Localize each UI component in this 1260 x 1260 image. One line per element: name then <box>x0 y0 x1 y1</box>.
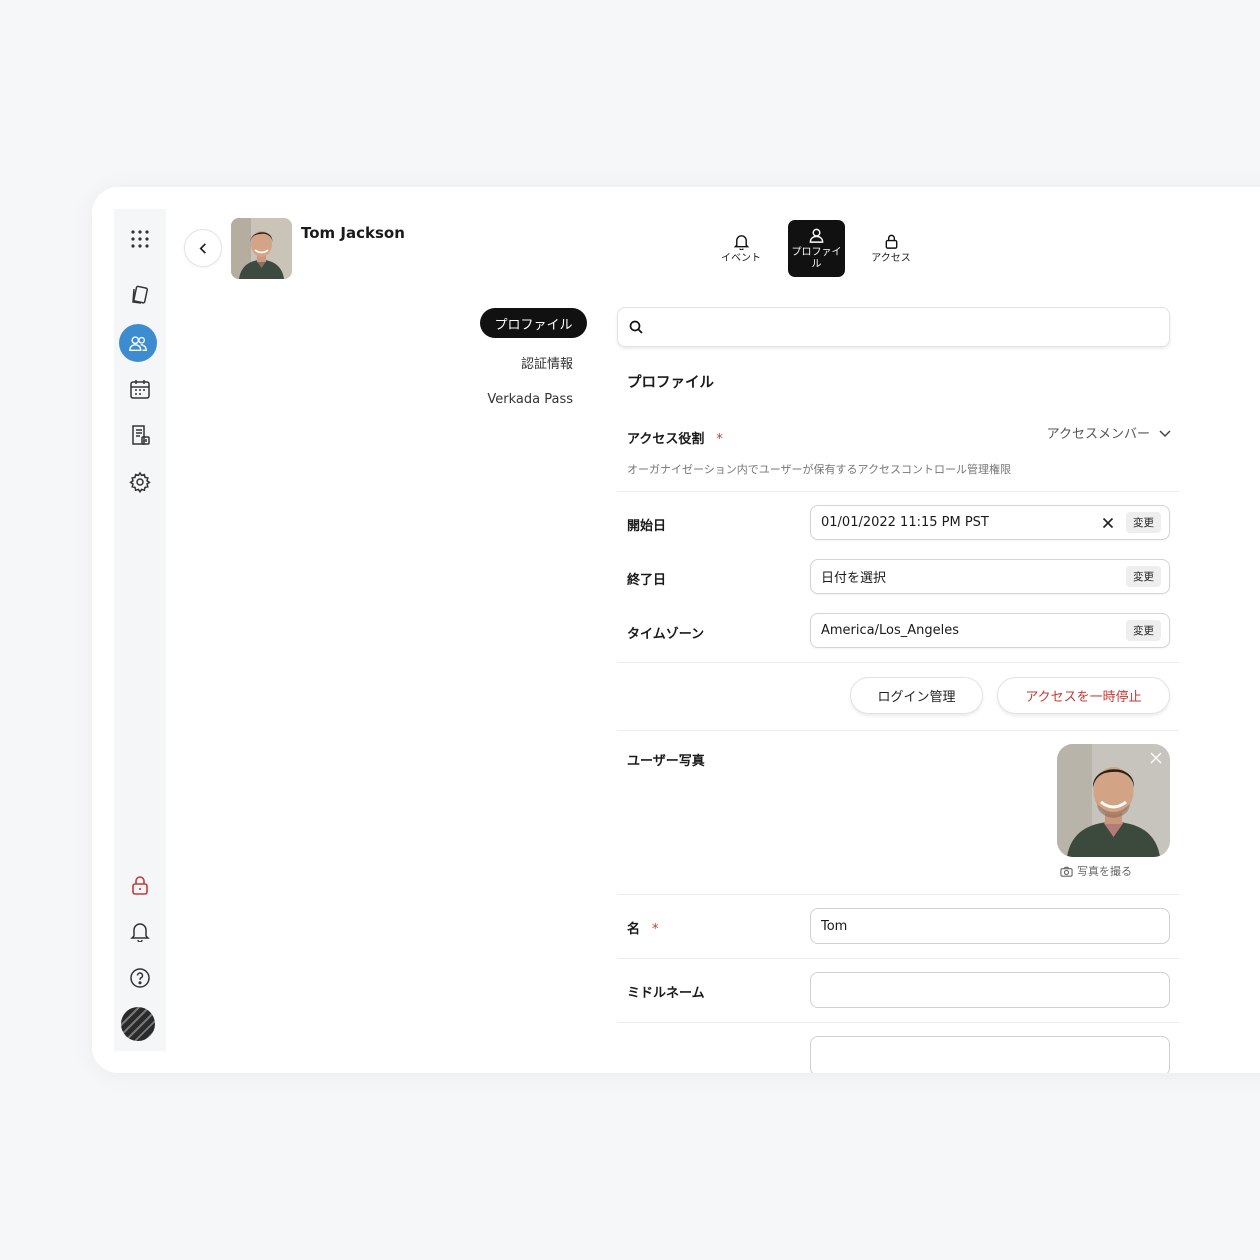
account-avatar[interactable] <box>121 1007 155 1041</box>
cards-icon[interactable] <box>114 277 166 313</box>
next-field-partial[interactable] <box>810 1036 1170 1073</box>
divider <box>617 491 1179 492</box>
end-date-value: 日付を選択 <box>821 571 887 586</box>
end-date-field[interactable]: 日付を選択 変更 <box>810 559 1170 594</box>
grid-icon[interactable] <box>114 221 166 257</box>
middle-name-label: ミドルネーム <box>627 986 705 1001</box>
tab-label: イベント <box>721 252 761 264</box>
user-name: Tom Jackson <box>301 224 405 242</box>
users-icon <box>129 336 147 351</box>
access-role-description: オーガナイゼーション内でユーザーが保有するアクセスコントロール管理権限 <box>627 463 1012 476</box>
help-icon[interactable] <box>114 960 166 996</box>
main-card: Tom Jackson イベント プロファイル アクセス プロファイル 認証情報… <box>92 187 1260 1073</box>
lock-icon[interactable] <box>114 867 166 903</box>
timezone-change-button[interactable]: 変更 <box>1126 620 1161 641</box>
lock-icon <box>885 234 897 249</box>
divider <box>617 894 1179 895</box>
report-icon[interactable] <box>114 417 166 453</box>
divider <box>617 958 1179 959</box>
search-input[interactable] <box>652 319 1169 335</box>
take-photo-label: 写真を撮る <box>1077 865 1132 878</box>
pause-access-button[interactable]: アクセスを一時停止 <box>997 677 1170 714</box>
start-date-value: 01/01/2022 11:15 PM PST <box>821 515 989 530</box>
section-title: プロファイル <box>627 375 714 391</box>
side-nav-profile[interactable]: プロファイル <box>480 308 587 338</box>
take-photo-button[interactable]: 写真を撮る <box>1060 863 1132 879</box>
required-mark: * <box>716 432 723 447</box>
user-avatar <box>231 218 292 279</box>
bell-icon <box>733 234 749 250</box>
gear-icon[interactable] <box>114 464 166 500</box>
tab-label: プロファイル <box>791 246 842 270</box>
start-date-field[interactable]: 01/01/2022 11:15 PM PST 変更 <box>810 505 1170 540</box>
side-nav-credentials[interactable]: 認証情報 <box>480 353 587 372</box>
divider <box>617 662 1179 663</box>
login-manage-button[interactable]: ログイン管理 <box>850 677 983 714</box>
start-date-change-button[interactable]: 変更 <box>1126 512 1161 533</box>
chevron-down-icon <box>1159 429 1171 437</box>
end-date-label: 終了日 <box>627 573 667 588</box>
person-photo-icon <box>231 218 292 279</box>
tab-profile[interactable]: プロファイル <box>788 220 845 277</box>
user-icon <box>809 228 824 243</box>
access-role-label: アクセス役割 * <box>627 428 723 447</box>
users-nav-button[interactable] <box>119 324 157 362</box>
required-mark: * <box>652 922 659 937</box>
end-date-change-button[interactable]: 変更 <box>1126 566 1161 587</box>
first-name-label: 名 * <box>627 918 659 937</box>
profile-side-nav: プロファイル 認証情報 Verkada Pass <box>480 308 587 407</box>
close-icon[interactable] <box>1150 752 1162 764</box>
user-photo <box>1057 744 1170 857</box>
access-role-select[interactable]: アクセスメンバー <box>1012 423 1172 442</box>
middle-name-field[interactable] <box>810 972 1170 1008</box>
nav-rail <box>114 209 166 1051</box>
camera-icon <box>1060 866 1073 877</box>
tab-label: アクセス <box>871 252 911 264</box>
tab-access[interactable]: アクセス <box>862 220 920 277</box>
search-icon <box>629 320 643 334</box>
first-name-field[interactable] <box>810 908 1170 944</box>
start-date-label: 開始日 <box>627 519 667 534</box>
close-icon[interactable] <box>1100 515 1116 531</box>
timezone-label: タイムゾーン <box>627 627 705 642</box>
user-photo-label: ユーザー写真 <box>627 754 705 769</box>
timezone-value: America/Los_Angeles <box>821 623 960 638</box>
back-button[interactable] <box>184 229 222 267</box>
access-role-label-text: アクセス役割 <box>627 432 705 447</box>
bell-icon[interactable] <box>114 913 166 949</box>
divider <box>617 1022 1179 1023</box>
calendar-icon[interactable] <box>114 371 166 407</box>
side-nav-verkada-pass[interactable]: Verkada Pass <box>480 392 587 407</box>
access-role-value: アクセスメンバー <box>1046 427 1150 442</box>
first-name-label-text: 名 <box>627 922 641 937</box>
divider <box>617 730 1179 731</box>
chevron-left-icon <box>199 242 206 254</box>
timezone-field[interactable]: America/Los_Angeles 変更 <box>810 613 1170 648</box>
tab-events[interactable]: イベント <box>712 220 770 277</box>
search-bar <box>617 307 1170 347</box>
